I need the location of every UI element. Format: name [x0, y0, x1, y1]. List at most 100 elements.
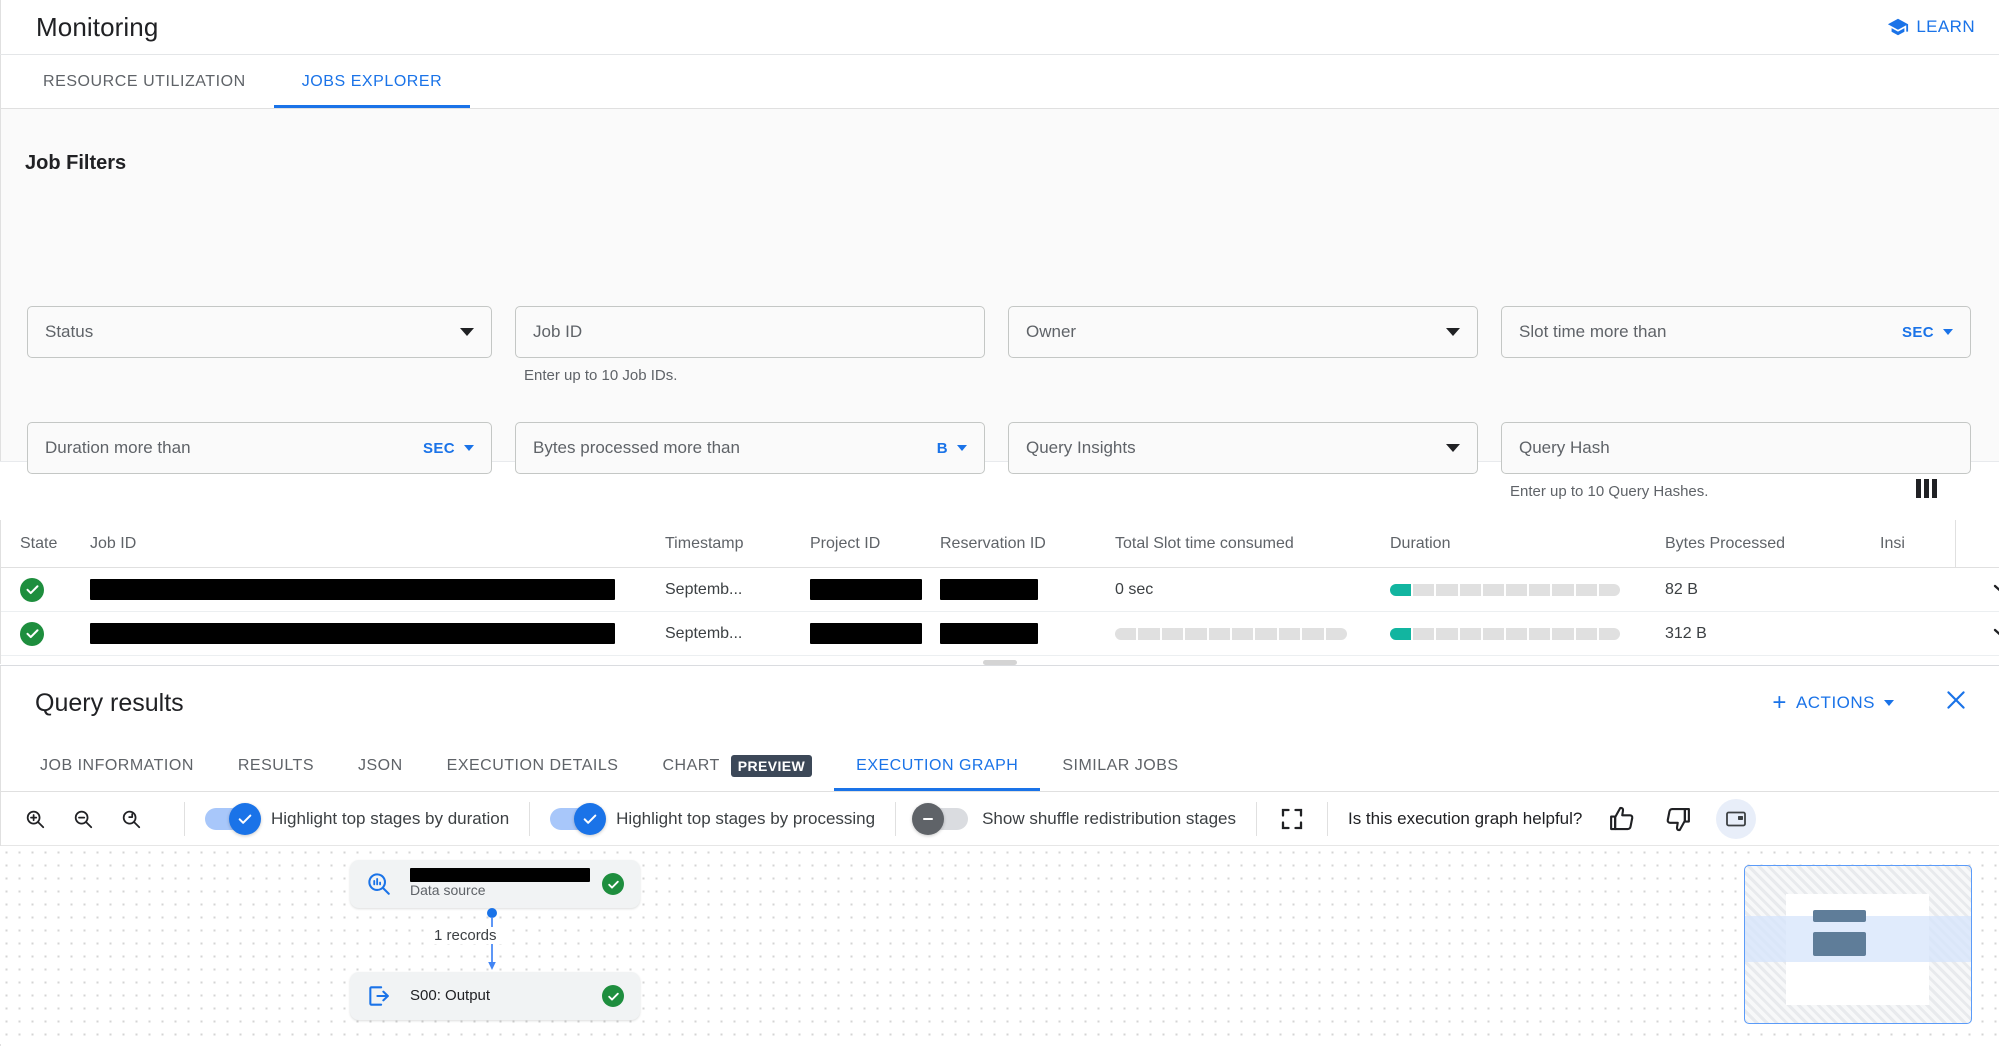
actions-button[interactable]: + ACTIONS — [1772, 691, 1894, 715]
thumb-up-icon[interactable] — [1608, 804, 1638, 834]
edge-label-records: 1 records — [428, 927, 503, 944]
tab-execution-graph[interactable]: EXECUTION GRAPH — [834, 740, 1041, 791]
chevron-down-icon[interactable] — [1943, 329, 1953, 335]
row-reservation-id — [940, 579, 1115, 600]
bar-segment — [1390, 583, 1412, 596]
row-expand-button[interactable] — [1955, 626, 1999, 642]
job-id-input[interactable]: Job ID — [515, 306, 985, 358]
owner-select[interactable]: Owner — [1008, 306, 1478, 358]
monitoring-page: Monitoring LEARN RESOURCE UTILIZATION JO… — [0, 0, 1999, 1046]
duration-progress-bar — [1390, 627, 1621, 640]
duration-unit[interactable]: SEC — [423, 440, 455, 457]
tab-resource-utilization[interactable]: RESOURCE UTILIZATION — [15, 55, 274, 108]
duration-input[interactable]: Duration more than SEC — [27, 422, 492, 474]
output-stage-node[interactable]: S00: Output — [350, 972, 640, 1020]
toggle-show-shuffle-redistribution-stages[interactable]: Show shuffle redistribution stages — [912, 802, 1236, 835]
toolbar-divider — [184, 801, 185, 836]
row-reservation-id — [940, 623, 1115, 644]
chevron-down-icon — [460, 328, 474, 336]
filter-duration: Duration more than SEC — [27, 422, 492, 500]
minimap-node — [1813, 910, 1866, 922]
row-project-id — [810, 623, 940, 644]
toggle-highlight-top-stages-by-processing[interactable]: Highlight top stages by processing — [550, 802, 875, 835]
row-duration-bar — [1390, 627, 1665, 640]
learn-button[interactable]: LEARN — [1887, 16, 1975, 38]
row-expand-button[interactable] — [1955, 582, 1999, 598]
row-bytes-processed: 82 B — [1665, 580, 1698, 598]
job-filters-section: Job Filters Status Job ID Enter up to 10… — [0, 109, 1999, 500]
minimap-node — [1813, 932, 1866, 956]
tab-json[interactable]: JSON — [336, 740, 425, 791]
table-row[interactable]: Septemb... 0 sec 82 B — [0, 568, 1999, 612]
panel-resize-handle[interactable] — [982, 660, 1017, 665]
status-placeholder: Status — [45, 322, 94, 341]
query-insights-select[interactable]: Query Insights — [1008, 422, 1478, 474]
toolbar-divider — [1255, 801, 1257, 836]
table-row[interactable]: Septemb... 312 B — [0, 612, 1999, 656]
bar-segment — [1436, 627, 1458, 640]
bar-segment — [1413, 627, 1435, 640]
column-header-project-id: Project ID — [810, 534, 881, 552]
row-job-id — [90, 623, 665, 644]
slot-time-unit[interactable]: SEC — [1902, 324, 1934, 341]
tab-label: RESULTS — [237, 756, 314, 774]
redacted-node-title — [410, 868, 590, 882]
bar-segment — [1575, 627, 1597, 640]
bytes-processed-unit[interactable]: B — [937, 440, 948, 457]
toggle-highlight-top-stages-by-duration[interactable]: Highlight top stages by duration — [205, 802, 509, 835]
bar-segment — [1413, 583, 1435, 596]
query-hash-input[interactable]: Query Hash — [1501, 422, 1971, 474]
filter-row-2: Duration more than SEC Bytes processed m… — [0, 422, 1999, 500]
slot-time-input[interactable]: Slot time more than SEC — [1501, 306, 1971, 358]
job-filters-title: Job Filters — [25, 152, 127, 174]
toggle-knob — [574, 802, 607, 835]
thumb-down-icon[interactable] — [1662, 804, 1692, 834]
tab-results[interactable]: RESULTS — [216, 740, 336, 791]
tab-jobs-explorer[interactable]: JOBS EXPLORER — [273, 55, 471, 108]
bytes-processed-input[interactable]: Bytes processed more than B — [515, 422, 985, 474]
chevron-down-icon[interactable] — [464, 445, 474, 451]
side-panel-icon[interactable] — [1716, 798, 1757, 839]
row-timestamp: Septemb... — [665, 580, 743, 598]
data-source-node[interactable]: Data source — [350, 860, 640, 908]
chevron-down-icon — [1446, 328, 1460, 336]
filter-slot-time: Slot time more than SEC — [1501, 306, 1971, 384]
redacted-job-id — [90, 579, 615, 600]
tab-chart[interactable]: CHART PREVIEW — [640, 740, 834, 791]
output-stage-node-title: S00: Output — [410, 987, 491, 1004]
page-header: Monitoring LEARN — [0, 0, 1999, 55]
tab-job-information[interactable]: JOB INFORMATION — [18, 740, 216, 791]
tab-label: SIMILAR JOBS — [1062, 756, 1179, 774]
zoom-reset-icon[interactable] — [118, 806, 144, 832]
column-header-expand — [1955, 520, 1999, 568]
check-circle-icon — [602, 873, 624, 895]
graph-minimap[interactable] — [1744, 865, 1972, 1024]
toolbar-divider — [895, 801, 897, 836]
close-panel-button[interactable] — [1943, 687, 1969, 719]
redacted-project-id — [810, 623, 922, 644]
redacted-reservation-id — [940, 579, 1038, 600]
filter-row-1: Status Job ID Enter up to 10 Job IDs. Ow… — [0, 306, 1999, 384]
fullscreen-icon[interactable] — [1277, 804, 1307, 834]
chevron-down-icon[interactable] — [957, 445, 967, 451]
bar-segment — [1598, 583, 1621, 596]
zoom-out-icon[interactable] — [70, 806, 96, 832]
chevron-down-icon — [1884, 700, 1894, 706]
check-icon — [238, 814, 252, 824]
row-duration-bar — [1390, 583, 1665, 596]
tab-similar-jobs[interactable]: SIMILAR JOBS — [1040, 740, 1200, 791]
chevron-down-icon — [1993, 584, 1999, 591]
toggle-label: Show shuffle redistribution stages — [982, 808, 1236, 828]
graduation-cap-icon — [1887, 16, 1909, 38]
tab-execution-details[interactable]: EXECUTION DETAILS — [425, 740, 641, 791]
check-circle-icon — [602, 985, 624, 1007]
bar-segment — [1138, 627, 1160, 640]
row-slot-time: 0 sec — [1115, 580, 1154, 598]
status-select[interactable]: Status — [27, 306, 492, 358]
columns-icon[interactable] — [1912, 475, 1942, 501]
page-title: Monitoring — [36, 11, 159, 42]
execution-graph-canvas[interactable]: Data source 1 records S00: Output — [0, 846, 1999, 1044]
zoom-in-icon[interactable] — [22, 806, 48, 832]
row-slot-time-bar — [1115, 627, 1390, 640]
toggle-switch-on — [205, 802, 261, 835]
